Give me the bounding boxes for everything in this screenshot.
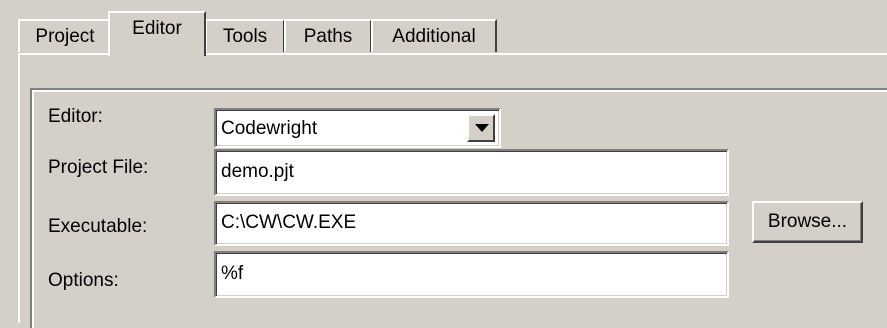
tab-paths[interactable]: Paths	[284, 19, 372, 52]
tab-label: Paths	[303, 26, 353, 47]
options-value: %f	[221, 263, 244, 284]
tab-editor[interactable]: Editor	[108, 11, 206, 56]
editor-dropdown-button[interactable]	[467, 114, 495, 142]
project-file-label: Project File:	[48, 157, 149, 178]
options-label: Options:	[48, 270, 119, 291]
editor-select[interactable]: Codewright	[214, 108, 501, 148]
options-field[interactable]: %f	[214, 251, 729, 298]
executable-label: Executable:	[48, 216, 148, 237]
tab-label: Tools	[222, 26, 268, 47]
browse-button[interactable]: Browse...	[752, 201, 863, 243]
tab-label: Project	[35, 26, 95, 47]
browse-button-label: Browse...	[767, 211, 848, 232]
project-file-field[interactable]: demo.pjt	[214, 149, 729, 196]
editor-select-value: Codewright	[221, 118, 318, 139]
tab-project[interactable]: Project	[18, 19, 110, 52]
executable-value: C:\CW\CW.EXE	[221, 212, 357, 233]
project-file-value: demo.pjt	[221, 161, 294, 182]
tab-label: Additional	[392, 26, 476, 47]
chevron-down-icon	[475, 124, 489, 132]
editor-label: Editor:	[48, 106, 103, 127]
tab-tools[interactable]: Tools	[205, 19, 285, 52]
tab-label: Editor	[132, 18, 182, 39]
executable-field[interactable]: C:\CW\CW.EXE	[214, 201, 729, 246]
tab-additional[interactable]: Additional	[371, 19, 497, 52]
